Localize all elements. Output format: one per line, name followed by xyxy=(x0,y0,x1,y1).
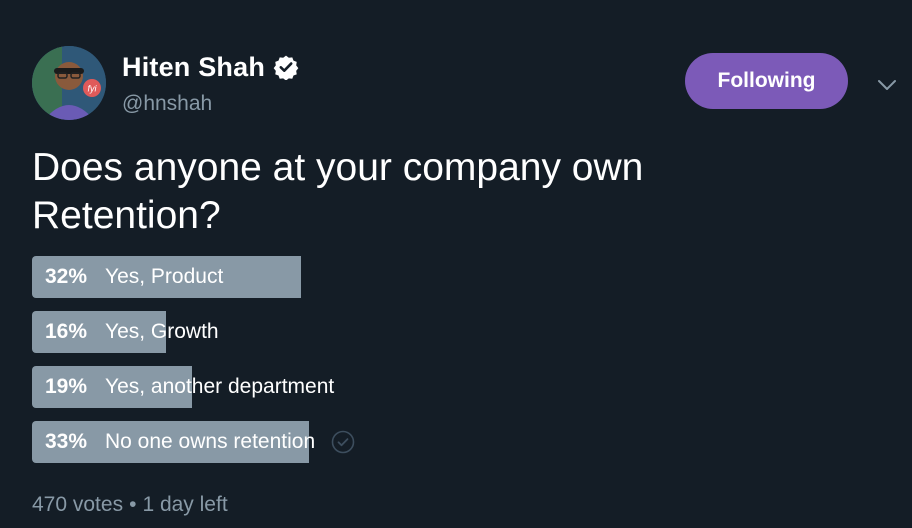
poll-percent: 33% xyxy=(45,430,88,453)
vote-count: 470 votes xyxy=(32,493,124,516)
avatar[interactable]: fyi xyxy=(32,46,106,120)
poll-meta: 470 votes • 1 day left xyxy=(32,493,228,517)
voted-check-icon xyxy=(331,430,355,454)
poll: 32% Yes, Product 16% Yes, Growth 19% Yes… xyxy=(32,256,592,476)
poll-option-label: No one owns retention xyxy=(105,430,316,453)
poll-option: 32% Yes, Product xyxy=(32,256,592,298)
verified-badge-icon xyxy=(273,55,299,80)
poll-percent: 16% xyxy=(45,320,88,343)
poll-option-label: Yes, another department xyxy=(105,375,335,398)
separator-dot: • xyxy=(129,493,137,516)
poll-percent: 32% xyxy=(45,265,88,288)
avatar-badge: fyi xyxy=(88,84,98,94)
display-name-row: Hiten Shah xyxy=(122,52,299,82)
poll-option: 16% Yes, Growth xyxy=(32,311,592,353)
user-info: Hiten Shah @hnshah xyxy=(122,52,299,116)
poll-option-label: Yes, Product xyxy=(105,265,224,288)
display-name[interactable]: Hiten Shah xyxy=(122,52,265,83)
time-left: 1 day left xyxy=(142,493,228,516)
user-handle[interactable]: @hnshah xyxy=(122,92,299,116)
avatar-image: fyi xyxy=(32,46,106,120)
following-button[interactable]: Following xyxy=(685,53,848,109)
chevron-down-icon[interactable] xyxy=(876,74,898,96)
tweet-text: Does anyone at your company own Retentio… xyxy=(32,146,644,237)
poll-option: 33% No one owns retention xyxy=(32,421,592,463)
poll-option-label: Yes, Growth xyxy=(105,320,219,343)
poll-option: 19% Yes, another department xyxy=(32,366,592,408)
poll-percent: 19% xyxy=(45,375,88,398)
tweet-card: fyi Hiten Shah @hnshah Following Does an… xyxy=(0,0,912,528)
